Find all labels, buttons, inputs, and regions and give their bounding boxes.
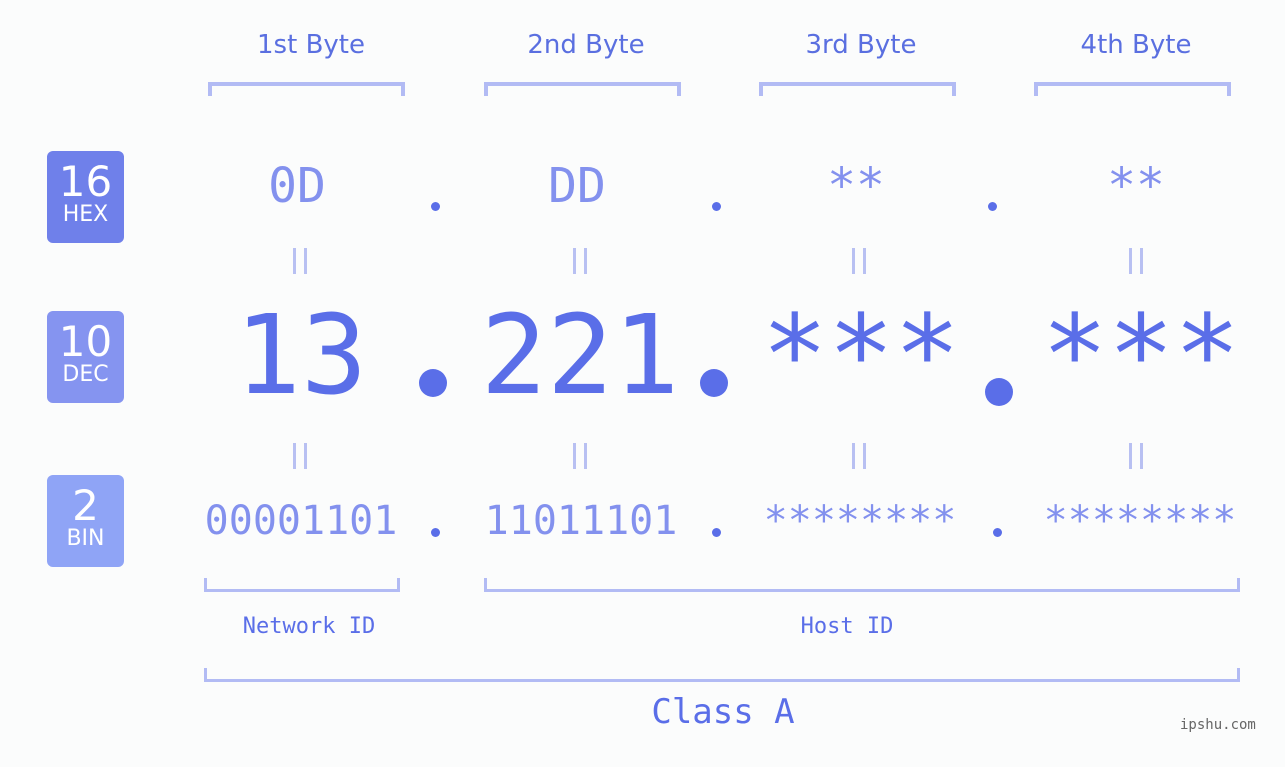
hex-separator-dot	[988, 202, 997, 211]
dec-separator-dot	[419, 369, 447, 397]
hex-byte-1: 0D	[268, 158, 326, 214]
bracket-byte-3	[759, 82, 956, 96]
hex-base-number: 16	[58, 157, 113, 206]
equals-icon	[293, 443, 307, 469]
class-label: Class A	[651, 692, 795, 732]
bin-separator-dot	[993, 528, 1002, 537]
bin-base-number: 2	[72, 481, 99, 530]
bin-byte-1: 00001101	[204, 498, 398, 544]
header-byte-4: 4th Byte	[1080, 30, 1192, 60]
network-id-bracket	[204, 578, 400, 592]
bin-badge: 2 BIN	[47, 475, 124, 567]
equals-icon	[852, 248, 866, 274]
hex-byte-2: DD	[548, 158, 606, 214]
bin-separator-dot	[431, 528, 440, 537]
header-byte-1: 1st Byte	[257, 30, 365, 60]
equals-icon	[573, 443, 587, 469]
header-byte-3: 3rd Byte	[805, 30, 917, 60]
watermark: ipshu.com	[1180, 717, 1256, 733]
dec-separator-dot	[700, 369, 728, 397]
equals-icon	[573, 248, 587, 274]
hex-separator-dot	[712, 202, 721, 211]
bin-separator-dot	[712, 528, 721, 537]
hex-byte-4: **	[1107, 158, 1165, 214]
equals-icon	[1129, 248, 1143, 274]
dec-byte-4: ***	[1041, 291, 1241, 419]
equals-icon	[1129, 443, 1143, 469]
hex-base-label: HEX	[62, 202, 109, 227]
bracket-byte-4	[1034, 82, 1231, 96]
header-byte-2: 2nd Byte	[527, 30, 645, 60]
dec-byte-2: 221	[480, 291, 680, 419]
bin-byte-4: ********	[1043, 498, 1237, 544]
bin-base-label: BIN	[66, 526, 105, 551]
dec-byte-3: ***	[761, 291, 961, 419]
host-id-bracket	[484, 578, 1240, 592]
bracket-byte-2	[484, 82, 681, 96]
hex-separator-dot	[431, 202, 440, 211]
bracket-byte-1	[208, 82, 405, 96]
bin-byte-3: ********	[763, 498, 957, 544]
network-id-label: Network ID	[242, 614, 376, 639]
dec-badge: 10 DEC	[47, 311, 124, 403]
dec-separator-dot	[985, 378, 1013, 406]
dec-base-number: 10	[58, 317, 113, 366]
hex-badge: 16 HEX	[47, 151, 124, 243]
class-bracket	[204, 668, 1240, 682]
host-id-label: Host ID	[800, 614, 894, 639]
equals-icon	[852, 443, 866, 469]
dec-base-label: DEC	[62, 362, 109, 387]
bin-byte-2: 11011101	[484, 498, 678, 544]
hex-byte-3: **	[827, 158, 885, 214]
dec-byte-1: 13	[234, 291, 368, 419]
equals-icon	[293, 248, 307, 274]
